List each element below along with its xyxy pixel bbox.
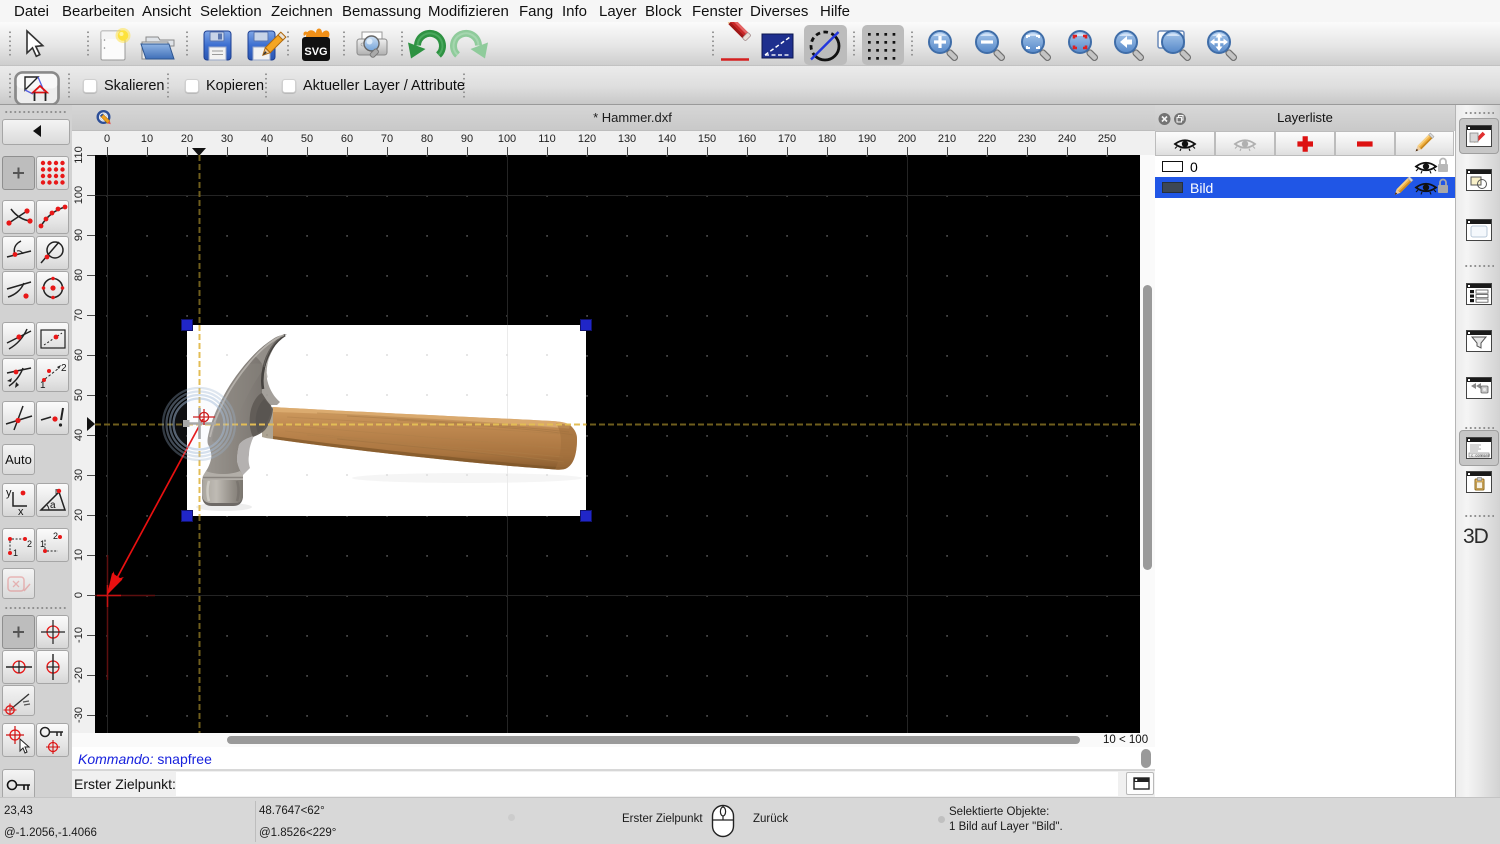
svg-text:SVG: SVG: [304, 46, 327, 58]
svg-text:2: 2: [61, 363, 67, 374]
svg-text:c command: c command: [1471, 453, 1490, 458]
svg-text:1: 1: [40, 539, 45, 549]
svg-text:x: x: [18, 506, 24, 516]
svg-text:a: a: [50, 500, 56, 511]
svg-text:1: 1: [13, 548, 18, 558]
svg-text:y: y: [6, 487, 12, 499]
svg-text:2: 2: [53, 531, 58, 541]
svg-text:2: 2: [27, 539, 32, 549]
